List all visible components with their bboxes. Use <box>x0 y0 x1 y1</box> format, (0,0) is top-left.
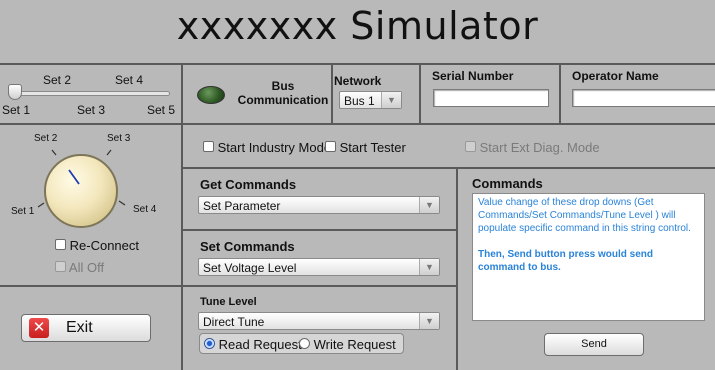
read-request-radio[interactable]: Read Request <box>204 337 302 352</box>
request-radio-group: Read Request Write Request <box>199 333 404 354</box>
read-request-dot[interactable] <box>204 338 215 349</box>
commands-info-text: Value change of these drop downs (Get Co… <box>478 197 691 234</box>
send-button[interactable]: Send <box>544 333 644 356</box>
divider-left-column <box>181 63 183 370</box>
serial-number-label: Serial Number <box>432 69 514 83</box>
tester-box[interactable] <box>325 141 336 152</box>
industry-mode-checkbox[interactable]: Start Industry Mode <box>203 140 331 155</box>
divider-left-exit <box>0 285 181 287</box>
bus-label-line1: Bus <box>271 79 295 93</box>
set-commands-label: Set Commands <box>200 239 295 254</box>
reconnect-checkbox[interactable]: Re-Connect <box>55 238 139 253</box>
tune-level-label: Tune Level <box>200 296 257 308</box>
knob-pointer <box>68 169 80 185</box>
tune-level-dropdown[interactable]: Direct Tune ▼ <box>198 312 440 330</box>
tester-label: Start Tester <box>339 140 406 155</box>
set-commands-value: Set Voltage Level <box>203 261 297 275</box>
bus-communication-label: Bus Communication <box>231 79 335 107</box>
ext-diag-box[interactable] <box>465 141 476 152</box>
reconnect-label: Re-Connect <box>69 238 139 253</box>
write-request-dot[interactable] <box>299 338 310 349</box>
divider-commands-column <box>456 167 458 370</box>
set-knob[interactable] <box>44 154 118 228</box>
commands-send-hint: Then, Send button press would send comma… <box>478 249 654 273</box>
divider-get-set <box>181 229 456 231</box>
tune-level-value: Direct Tune <box>203 315 265 329</box>
get-commands-label: Get Commands <box>200 177 297 192</box>
commands-label: Commands <box>472 176 543 191</box>
network-dropdown[interactable]: Bus 1 ▼ <box>339 91 402 109</box>
commands-textarea[interactable]: Value change of these drop downs (Get Co… <box>472 193 705 321</box>
chevron-down-icon: ▼ <box>419 313 439 329</box>
reconnect-box[interactable] <box>55 239 66 250</box>
divider-modes <box>181 167 715 169</box>
exit-button[interactable]: ✕ Exit <box>21 314 151 342</box>
all-off-label: All Off <box>68 260 105 275</box>
industry-mode-box[interactable] <box>203 141 214 152</box>
chevron-down-icon: ▼ <box>419 259 439 275</box>
all-off-checkbox[interactable]: All Off <box>55 260 104 275</box>
bus-status-led <box>197 86 225 104</box>
write-request-radio[interactable]: Write Request <box>299 337 396 352</box>
all-off-box[interactable] <box>55 261 66 272</box>
commands-spacer <box>478 235 699 248</box>
industry-mode-label: Start Industry Mode <box>217 140 332 155</box>
divider-network-serial <box>419 63 421 123</box>
ext-diag-checkbox[interactable]: Start Ext Diag. Mode <box>465 140 600 155</box>
get-commands-dropdown[interactable]: Set Parameter ▼ <box>198 196 440 214</box>
get-commands-value: Set Parameter <box>203 199 281 213</box>
tester-checkbox[interactable]: Start Tester <box>325 140 406 155</box>
chevron-down-icon: ▼ <box>381 92 401 108</box>
operator-name-label: Operator Name <box>572 69 659 83</box>
divider-set-tune <box>181 285 456 287</box>
bus-label-line2: Communication <box>237 93 329 107</box>
divider-serial-operator <box>559 63 561 123</box>
network-value: Bus 1 <box>344 94 375 108</box>
set-commands-dropdown[interactable]: Set Voltage Level ▼ <box>198 258 440 276</box>
chevron-down-icon: ▼ <box>419 197 439 213</box>
exit-label: Exit <box>66 319 93 336</box>
read-request-label: Read Request <box>218 337 302 352</box>
network-label: Network <box>334 74 382 88</box>
write-request-label: Write Request <box>313 337 396 352</box>
serial-number-input[interactable] <box>433 89 549 107</box>
ext-diag-label: Start Ext Diag. Mode <box>479 140 600 155</box>
operator-name-input[interactable] <box>572 89 715 107</box>
x-icon: ✕ <box>29 318 49 338</box>
